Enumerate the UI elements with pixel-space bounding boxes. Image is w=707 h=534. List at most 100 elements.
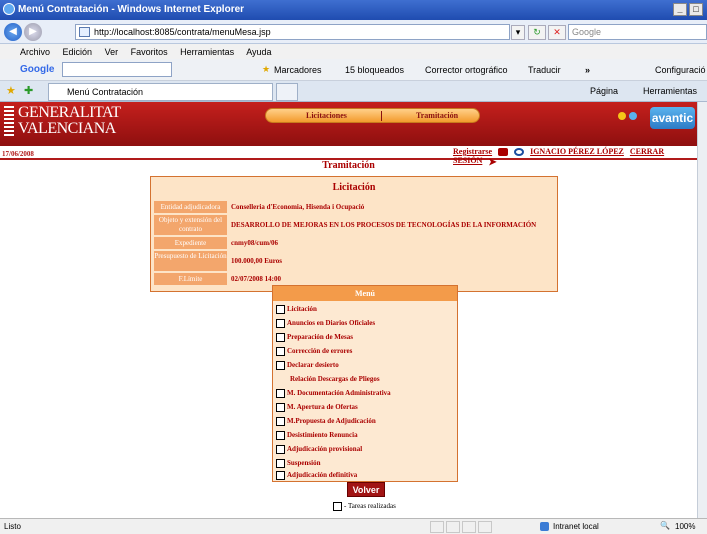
user-icon: [514, 148, 525, 157]
task-checkbox[interactable]: [276, 361, 285, 370]
status-cell: [446, 521, 460, 533]
menu-item-propuesta-adjudicacion[interactable]: M.Propuesta de Adjudicación: [276, 417, 376, 428]
menu-item-declarar-desierto[interactable]: Declarar desierto: [276, 361, 339, 372]
config-button[interactable]: Configuració: [655, 65, 706, 75]
menu-item-preparacion-mesas[interactable]: Preparación de Mesas: [276, 333, 353, 344]
menu-item-documentacion-admin[interactable]: M. Documentación Administrativa: [276, 389, 391, 400]
tab-menu-contratacion[interactable]: Menú Contratación: [48, 83, 273, 101]
window-title: Menú Contratación - Windows Internet Exp…: [18, 4, 245, 15]
menu-item-desistimiento[interactable]: Desistimiento Renuncia: [276, 431, 358, 442]
row-label: Presupuesto de Licitación: [154, 251, 227, 271]
current-date: 17/06/2008: [2, 150, 34, 158]
zoom-icon: 🔍: [660, 521, 670, 530]
blocked-button[interactable]: 15 bloqueados: [345, 65, 404, 75]
task-checkbox[interactable]: [276, 333, 285, 342]
row-label: Expediente: [154, 237, 227, 249]
mail-icon[interactable]: [498, 148, 509, 157]
tools-menu-button[interactable]: Herramientas: [643, 86, 697, 96]
task-checkbox[interactable]: [276, 403, 285, 412]
register-link[interactable]: Registrarse: [453, 147, 492, 156]
row-label: Entidad adjudicadora: [154, 201, 227, 213]
forward-button[interactable]: ▶: [24, 23, 42, 41]
task-checkbox[interactable]: [276, 389, 285, 398]
licitacion-row: Objeto y extensión del contrato DESARROL…: [154, 215, 554, 235]
google-toolbar: Google ★ Marcadores 15 bloqueados Correc…: [0, 59, 707, 81]
nav-tramitacion[interactable]: Tramitación: [416, 111, 458, 120]
menu-item-label: Declarar desierto: [287, 361, 339, 370]
menu-item-label: Corrección de errores: [287, 347, 353, 356]
volver-button[interactable]: Volver: [347, 482, 385, 497]
task-checkbox[interactable]: [276, 305, 285, 314]
page-content: GENERALITAT VALENCIANA Licitaciones Tram…: [0, 102, 697, 518]
star-icon: ★: [262, 64, 271, 74]
row-value: 02/07/2008 14:00: [231, 275, 281, 283]
translate-button[interactable]: Traducir: [528, 65, 561, 75]
add-favorite-icon[interactable]: ✚: [24, 84, 33, 97]
refresh-button[interactable]: ↻: [528, 25, 546, 40]
menu-item-label: Adjudicación definitiva: [287, 471, 358, 480]
menu-item-adjudicacion-definitiva[interactable]: Adjudicación definitiva: [276, 471, 357, 482]
nav-licitaciones[interactable]: Licitaciones: [306, 111, 347, 120]
task-checkbox[interactable]: [276, 431, 285, 440]
minimize-button[interactable]: _: [673, 3, 687, 16]
zoom-level[interactable]: 100%: [675, 522, 695, 531]
menu-item-relacion-descargas[interactable]: Relación Descargas de Pliegos: [290, 375, 380, 386]
menu-item-licitacion[interactable]: Licitación: [276, 305, 317, 316]
row-value: cnmy08/cum/06: [231, 239, 279, 247]
menu-item-label: Preparación de Mesas: [287, 333, 353, 342]
favorites-star-icon[interactable]: ★: [6, 84, 16, 97]
status-cell: [478, 521, 492, 533]
row-value: 100.000,00 Euros: [231, 257, 283, 265]
legend-text: - Tareas realizadas: [344, 502, 396, 511]
task-checkbox[interactable]: [276, 459, 285, 468]
spellcheck-button[interactable]: Corrector ortográfico: [425, 65, 508, 75]
menu-item-suspension[interactable]: Suspensión: [276, 459, 320, 470]
licitacion-row: Expediente cnmy08/cum/06: [154, 237, 554, 249]
url-dropdown-button[interactable]: ▾: [511, 25, 525, 40]
menu-favoritos[interactable]: Favoritos: [131, 47, 168, 57]
maximize-button[interactable]: □: [689, 3, 703, 16]
tasks-menu: Menú Licitación Anuncios en Diarios Ofic…: [272, 285, 458, 482]
menu-heading: Menú: [273, 286, 457, 301]
user-name-link[interactable]: IGNACIO PÉREZ LÓPEZ: [530, 147, 624, 156]
menu-item-anuncios[interactable]: Anuncios en Diarios Oficiales: [276, 319, 375, 330]
stop-button[interactable]: ✕: [548, 25, 566, 40]
menu-item-adjudicacion-provisional[interactable]: Adjudicación provisional: [276, 445, 362, 456]
task-checkbox[interactable]: [276, 319, 285, 328]
google-search-input[interactable]: [62, 62, 172, 77]
vertical-scrollbar[interactable]: [697, 102, 707, 518]
page-title: Tramitación: [322, 160, 375, 171]
menu-herramientas[interactable]: Herramientas: [180, 47, 234, 57]
generalitat-logo: GENERALITAT VALENCIANA: [4, 104, 121, 137]
new-tab-button[interactable]: [276, 83, 298, 101]
legend-checkbox-icon: [333, 502, 342, 511]
licitacion-row: Presupuesto de Licitación 100.000,00 Eur…: [154, 251, 554, 271]
logo-line1: GENERALITAT: [18, 104, 121, 121]
page-menu-button[interactable]: Página: [590, 86, 618, 96]
menu-archivo[interactable]: Archivo: [20, 47, 50, 57]
menu-item-label: M. Documentación Administrativa: [287, 389, 391, 398]
status-text: Listo: [4, 522, 21, 531]
nav-divider: [381, 111, 382, 121]
site-nav: Licitaciones Tramitación: [265, 108, 480, 123]
menu-item-label: Adjudicación provisional: [287, 445, 363, 454]
task-checkbox[interactable]: [276, 347, 285, 356]
menu-item-apertura-ofertas[interactable]: M. Apertura de Ofertas: [276, 403, 358, 414]
back-button[interactable]: ◀: [4, 23, 22, 41]
url-field[interactable]: http://localhost:8085/contrata/menuMesa.…: [75, 24, 510, 40]
task-checkbox[interactable]: [276, 471, 285, 480]
browser-menubar: Archivo Edición Ver Favoritos Herramient…: [0, 44, 707, 59]
menu-item-correccion-errores[interactable]: Corrección de errores: [276, 347, 352, 358]
legend: - Tareas realizadas: [333, 502, 396, 511]
licitacion-heading: Licitación: [332, 182, 376, 193]
menu-ver[interactable]: Ver: [105, 47, 119, 57]
task-checkbox[interactable]: [276, 445, 285, 454]
markers-button[interactable]: Marcadores: [274, 65, 322, 75]
address-bar: ◀ ▶ http://localhost:8085/contrata/menuM…: [0, 20, 707, 44]
search-input[interactable]: Google: [568, 24, 707, 40]
more-chevron-icon[interactable]: »: [585, 65, 590, 75]
menu-edicion[interactable]: Edición: [63, 47, 93, 57]
licitacion-box: Licitación Entidad adjudicadora Conselle…: [150, 176, 558, 292]
menu-ayuda[interactable]: Ayuda: [246, 47, 271, 57]
task-checkbox[interactable]: [276, 417, 285, 426]
